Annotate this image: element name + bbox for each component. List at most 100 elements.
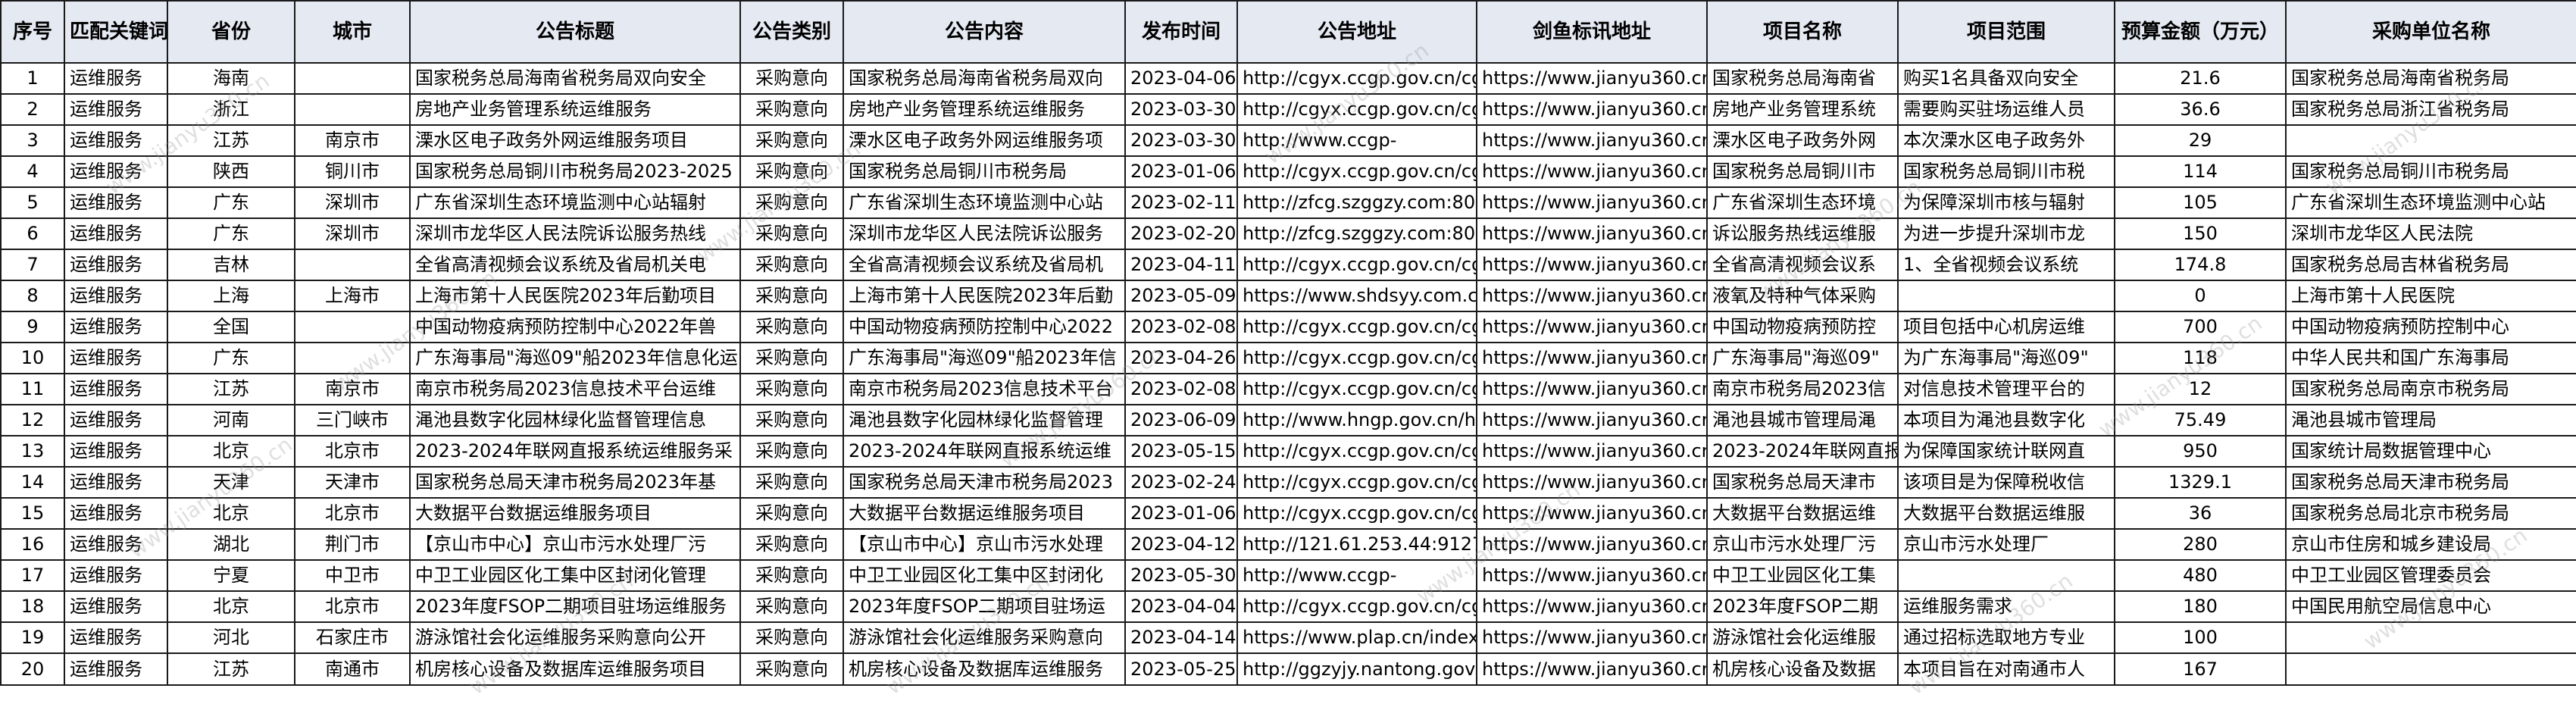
cell-publish-date[interactable]: 2023-02-08 [1124, 373, 1238, 405]
cell-notice-url[interactable]: http://cgyx.ccgp.gov.cn/cgy [1236, 249, 1477, 281]
cell-row-number[interactable]: 13 [0, 435, 65, 468]
column-header-publish-date[interactable]: 发布时间 [1124, 0, 1238, 64]
cell-notice-title[interactable]: 南京市税务局2023信息技术平台运维 [409, 373, 741, 405]
cell-jianyu-url[interactable]: https://www.jianyu360.cn/ar [1476, 311, 1708, 343]
cell-notice-category[interactable]: 采购意向 [739, 155, 844, 188]
cell-city[interactable]: 北京市 [294, 497, 411, 530]
cell-budget-amount[interactable]: 36 [2114, 497, 2287, 530]
cell-buyer-name[interactable] [2285, 621, 2576, 654]
cell-keyword[interactable]: 运维服务 [64, 342, 168, 374]
cell-project-scope[interactable]: 购买1名具备双向安全 [1897, 62, 2115, 95]
cell-budget-amount[interactable]: 100 [2114, 621, 2287, 654]
cell-notice-url[interactable]: http://cgyx.ccgp.gov.cn/cgy [1236, 155, 1477, 188]
cell-row-number[interactable]: 6 [0, 217, 65, 250]
cell-notice-category[interactable]: 采购意向 [739, 621, 844, 654]
cell-buyer-name[interactable]: 广东省深圳生态环境监测中心站 [2285, 186, 2576, 219]
cell-jianyu-url[interactable]: https://www.jianyu360.cn/ar [1476, 155, 1708, 188]
table-row[interactable]: 5 运维服务 广东 深圳市 广东省深圳生态环境监测中心站辐射 采购意向 广东省深圳生态环境监… [0, 186, 2576, 219]
column-header-city[interactable]: 城市 [294, 0, 411, 64]
cell-notice-content[interactable]: 深圳市龙华区人民法院诉讼服务 [843, 217, 1126, 250]
column-header-project-scope[interactable]: 项目范围 [1897, 0, 2115, 64]
cell-budget-amount[interactable]: 167 [2114, 652, 2287, 686]
cell-publish-date[interactable]: 2023-01-06 [1124, 497, 1238, 530]
cell-notice-title[interactable]: 中国动物疫病预防控制中心2022年兽 [409, 311, 741, 343]
cell-buyer-name[interactable]: 国家税务总局海南省税务局 [2285, 62, 2576, 95]
cell-keyword[interactable]: 运维服务 [64, 373, 168, 405]
cell-project-scope[interactable]: 本项目旨在对南通市人 [1897, 652, 2115, 686]
cell-notice-content[interactable]: 上海市第十人民医院2023年后勤 [843, 280, 1126, 312]
cell-buyer-name[interactable]: 中卫工业园区管理委员会 [2285, 559, 2576, 592]
cell-notice-url[interactable]: http://cgyx.ccgp.gov.cn/cgy [1236, 311, 1477, 343]
table-row[interactable]: 19 运维服务 河北 石家庄市 游泳馆社会化运维服务采购意向公开 采购意向 游泳馆社会化运维… [0, 621, 2576, 654]
cell-city[interactable] [294, 93, 411, 126]
table-row[interactable]: 4 运维服务 陕西 铜川市 国家税务总局铜川市税务局2023-2025 采购意向 国家税务总… [0, 155, 2576, 188]
cell-row-number[interactable]: 11 [0, 373, 65, 405]
cell-project-name[interactable]: 国家税务总局海南省 [1706, 62, 1899, 95]
cell-notice-category[interactable]: 采购意向 [739, 280, 844, 312]
cell-jianyu-url[interactable]: https://www.jianyu360.cn/ar [1476, 621, 1708, 654]
cell-project-scope[interactable]: 需要购买驻场运维人员 [1897, 93, 2115, 126]
cell-project-scope[interactable]: 为广东海事局"海巡09" [1897, 342, 2115, 374]
cell-publish-date[interactable]: 2023-04-06 [1124, 62, 1238, 95]
cell-jianyu-url[interactable]: https://www.jianyu360.cn/ar [1476, 497, 1708, 530]
cell-buyer-name[interactable]: 渑池县城市管理局 [2285, 404, 2576, 436]
cell-project-name[interactable]: 溧水区电子政务外网 [1706, 124, 1899, 157]
cell-keyword[interactable]: 运维服务 [64, 466, 168, 499]
cell-project-name[interactable]: 中卫工业园区化工集 [1706, 559, 1899, 592]
cell-notice-content[interactable]: 大数据平台数据运维服务项目 [843, 497, 1126, 530]
cell-city[interactable] [294, 249, 411, 281]
cell-city[interactable] [294, 342, 411, 374]
cell-keyword[interactable]: 运维服务 [64, 155, 168, 188]
table-row[interactable]: 11 运维服务 江苏 南京市 南京市税务局2023信息技术平台运维 采购意向 南京市税务局2… [0, 373, 2576, 405]
cell-province[interactable]: 江苏 [167, 652, 295, 686]
cell-jianyu-url[interactable]: https://www.jianyu360.cn/ar [1476, 590, 1708, 623]
cell-project-scope[interactable]: 京山市污水处理厂 [1897, 528, 2115, 561]
cell-publish-date[interactable]: 2023-05-09 [1124, 280, 1238, 312]
cell-jianyu-url[interactable]: https://www.jianyu360.cn/ar [1476, 249, 1708, 281]
cell-province[interactable]: 广东 [167, 342, 295, 374]
cell-budget-amount[interactable]: 118 [2114, 342, 2287, 374]
cell-notice-url[interactable]: https://www.plap.cn/index/ [1236, 621, 1477, 654]
cell-buyer-name[interactable]: 国家税务总局北京市税务局 [2285, 497, 2576, 530]
cell-project-name[interactable]: 游泳馆社会化运维服 [1706, 621, 1899, 654]
cell-budget-amount[interactable]: 75.49 [2114, 404, 2287, 436]
cell-notice-title[interactable]: 上海市第十人民医院2023年后勤项目 [409, 280, 741, 312]
cell-keyword[interactable]: 运维服务 [64, 280, 168, 312]
cell-project-scope[interactable]: 本项目为渑池县数字化 [1897, 404, 2115, 436]
cell-notice-content[interactable]: 中国动物疫病预防控制中心2022 [843, 311, 1126, 343]
cell-project-name[interactable]: 广东省深圳生态环境 [1706, 186, 1899, 219]
cell-project-scope[interactable] [1897, 280, 2115, 312]
cell-budget-amount[interactable]: 280 [2114, 528, 2287, 561]
table-row[interactable]: 8 运维服务 上海 上海市 上海市第十人民医院2023年后勤项目 采购意向 上海市第十人民医… [0, 280, 2576, 312]
cell-notice-title[interactable]: 国家税务总局海南省税务局双向安全 [409, 62, 741, 95]
table-row[interactable]: 2 运维服务 浙江 房地产业务管理系统运维服务 采购意向 房地产业务管理系统运维服务 202… [0, 93, 2576, 126]
table-row[interactable]: 17 运维服务 宁夏 中卫市 中卫工业园区化工集中区封闭化管理 采购意向 中卫工业园区化工集… [0, 559, 2576, 592]
cell-notice-category[interactable]: 采购意向 [739, 93, 844, 126]
cell-buyer-name[interactable]: 中国动物疫病预防控制中心 [2285, 311, 2576, 343]
cell-buyer-name[interactable]: 中国民用航空局信息中心 [2285, 590, 2576, 623]
table-row[interactable]: 6 运维服务 广东 深圳市 深圳市龙华区人民法院诉讼服务热线 采购意向 深圳市龙华区人民法院… [0, 217, 2576, 250]
cell-notice-content[interactable]: 国家税务总局海南省税务局双向 [843, 62, 1126, 95]
cell-row-number[interactable]: 5 [0, 186, 65, 219]
cell-jianyu-url[interactable]: https://www.jianyu360.cn/ar [1476, 528, 1708, 561]
cell-project-name[interactable]: 2023年度FSOP二期 [1706, 590, 1899, 623]
cell-keyword[interactable]: 运维服务 [64, 652, 168, 686]
cell-project-name[interactable]: 京山市污水处理厂污 [1706, 528, 1899, 561]
cell-publish-date[interactable]: 2023-02-11 [1124, 186, 1238, 219]
cell-publish-date[interactable]: 2023-06-09 [1124, 404, 1238, 436]
column-header-project-name[interactable]: 项目名称 [1706, 0, 1899, 64]
cell-city[interactable]: 北京市 [294, 590, 411, 623]
cell-notice-category[interactable]: 采购意向 [739, 249, 844, 281]
table-row[interactable]: 7 运维服务 吉林 全省高清视频会议系统及省局机关电 采购意向 全省高清视频会议系统及省局… [0, 249, 2576, 281]
cell-publish-date[interactable]: 2023-05-15 [1124, 435, 1238, 468]
cell-notice-category[interactable]: 采购意向 [739, 124, 844, 157]
cell-project-name[interactable]: 全省高清视频会议系 [1706, 249, 1899, 281]
cell-jianyu-url[interactable]: https://www.jianyu360.cn/ar [1476, 559, 1708, 592]
cell-keyword[interactable]: 运维服务 [64, 621, 168, 654]
table-row[interactable]: 1 运维服务 海南 国家税务总局海南省税务局双向安全 采购意向 国家税务总局海南省税务局双… [0, 62, 2576, 95]
column-header-jianyu-url[interactable]: 剑鱼标讯地址 [1476, 0, 1708, 64]
cell-notice-content[interactable]: 南京市税务局2023信息技术平台 [843, 373, 1126, 405]
cell-project-name[interactable]: 液氧及特种气体采购 [1706, 280, 1899, 312]
cell-row-number[interactable]: 20 [0, 652, 65, 686]
cell-city[interactable]: 中卫市 [294, 559, 411, 592]
